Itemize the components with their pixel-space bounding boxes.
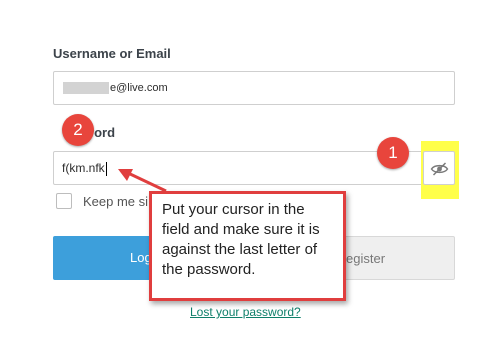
step-2-badge: 2 bbox=[62, 114, 94, 146]
instruction-callout: Put your cursor in the field and make su… bbox=[149, 191, 346, 301]
step-1-badge: 1 bbox=[377, 137, 409, 169]
